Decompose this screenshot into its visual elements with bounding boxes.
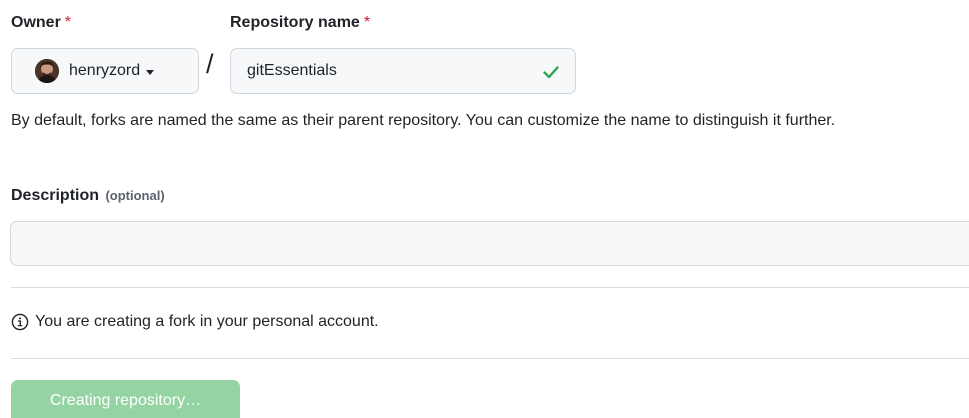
user-avatar xyxy=(35,59,59,83)
description-input[interactable] xyxy=(10,221,969,266)
repository-name-label: Repository name * xyxy=(230,14,371,31)
notice-text: You are creating a fork in your personal… xyxy=(35,313,379,330)
fork-name-help-text: By default, forks are named the same as … xyxy=(11,112,836,129)
repository-name-input[interactable] xyxy=(231,49,575,93)
check-icon xyxy=(543,66,559,79)
divider xyxy=(11,287,969,288)
optional-label: (optional) xyxy=(105,188,165,203)
repository-name-field xyxy=(230,48,576,94)
owner-name: henryzord xyxy=(69,62,141,79)
create-fork-button[interactable]: Creating repository… xyxy=(11,380,240,418)
owner-label: Owner * xyxy=(11,14,72,31)
info-icon xyxy=(11,313,29,331)
chevron-down-icon xyxy=(146,69,155,75)
required-mark: * xyxy=(363,14,371,31)
owner-dropdown[interactable]: henryzord xyxy=(11,48,199,94)
divider xyxy=(11,358,969,359)
owner-repo-separator: / xyxy=(206,49,214,79)
description-label: Description (optional) xyxy=(11,187,165,204)
personal-account-notice: You are creating a fork in your personal… xyxy=(11,313,379,331)
required-mark: * xyxy=(64,14,72,31)
